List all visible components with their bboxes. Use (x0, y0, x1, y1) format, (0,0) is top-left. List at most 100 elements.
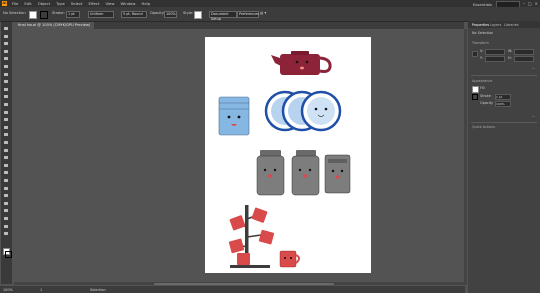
pen-tool-icon[interactable] (4, 57, 9, 61)
close-button[interactable]: × (535, 1, 538, 6)
y-field[interactable] (485, 56, 505, 62)
properties-panel: Properties Layers Libraries No Selection… (468, 21, 540, 293)
opacity-label-panel: Opacity (480, 101, 494, 105)
blue-glass-illustration[interactable] (218, 96, 250, 136)
vertical-scrollbar[interactable] (464, 29, 467, 285)
pencil-tool-icon[interactable] (4, 103, 9, 107)
horizontal-scroll-thumb[interactable] (154, 282, 334, 285)
graphic-style-swatch[interactable] (194, 10, 202, 19)
hand-tool-icon[interactable] (4, 224, 9, 229)
stroke-swatch[interactable] (40, 10, 48, 19)
eyedropper-tool-icon[interactable] (4, 179, 9, 183)
tab-layers[interactable]: Layers (490, 23, 501, 27)
minimize-button[interactable]: – (523, 1, 525, 6)
arrange-icon[interactable]: ▤ ▾ (260, 11, 266, 15)
shape-builder-tool-icon[interactable] (4, 148, 9, 153)
curvature-tool-icon[interactable] (4, 65, 9, 69)
menu-type[interactable]: Type (56, 1, 65, 6)
artwork (218, 51, 351, 268)
magic-wand-tool-icon[interactable] (4, 42, 9, 46)
variable-width-dropdown[interactable]: Uniform (88, 11, 114, 18)
menu-object[interactable]: Object (38, 1, 50, 6)
transform-heading: Transform (472, 41, 489, 45)
menu-window[interactable]: Window (121, 1, 136, 6)
stroke-weight-field[interactable]: 1 pt (66, 11, 80, 18)
appearance-heading: Appearance (472, 79, 493, 83)
graph-tool-icon[interactable] (4, 201, 9, 206)
more-options-icon[interactable]: … (532, 66, 535, 70)
control-bar: No Selection Stroke: 1 pt Uniform 5 pt. … (0, 7, 540, 22)
scale-tool-icon[interactable] (4, 125, 9, 130)
rectangle-tool-icon[interactable] (4, 87, 9, 92)
preferences-button[interactable]: Preferences (237, 11, 259, 18)
opacity-label: Opacity: (150, 11, 165, 15)
artboard-tool-icon[interactable] (4, 209, 9, 213)
direct-selection-tool-icon[interactable] (4, 34, 9, 39)
teapot-illustration[interactable] (271, 51, 332, 75)
appearance-more-icon[interactable]: … (532, 114, 535, 118)
menu-view[interactable]: View (105, 1, 114, 6)
horizontal-scrollbar[interactable] (14, 282, 464, 285)
menu-help[interactable]: Help (141, 1, 150, 6)
stroke-label: Stroke: (52, 11, 65, 15)
stroke-weight-panel-field[interactable]: 1 pt (495, 94, 511, 100)
symbol-sprayer-tool-icon[interactable] (4, 194, 9, 198)
no-selection-label: No Selection (472, 31, 494, 35)
h-field[interactable] (514, 56, 534, 62)
fill-swatch[interactable] (29, 10, 37, 19)
w-field[interactable] (514, 49, 534, 55)
zoom-tool-icon[interactable] (4, 232, 9, 236)
blend-tool-icon[interactable] (4, 186, 9, 191)
paintbrush-tool-icon[interactable] (4, 95, 9, 99)
gradient-tool-icon[interactable] (4, 171, 9, 175)
type-tool-icon[interactable] (4, 72, 9, 77)
opacity-field[interactable]: 100% (164, 11, 177, 18)
x-label: X: (480, 49, 484, 53)
reference-point-icon[interactable] (472, 51, 478, 57)
eraser-tool-icon[interactable] (4, 110, 9, 115)
menu-edit[interactable]: Edit (24, 1, 31, 6)
lasso-tool-icon[interactable] (4, 49, 9, 54)
plates-illustration[interactable] (264, 90, 342, 132)
appearance-stroke-swatch[interactable] (472, 94, 478, 100)
w-label: W: (508, 49, 513, 53)
stroke-color-box[interactable] (5, 251, 12, 258)
menu-effect[interactable]: Effect (89, 1, 100, 6)
panel-tabs: Properties Layers Libraries (468, 21, 540, 28)
appearance-fill-swatch[interactable] (472, 86, 479, 93)
brush-dropdown[interactable]: 5 pt. Round (121, 11, 147, 18)
selection-tool-icon[interactable] (4, 27, 9, 31)
tab-libraries[interactable]: Libraries (504, 23, 519, 27)
divider-2 (471, 122, 537, 123)
canvas-area[interactable] (14, 29, 464, 282)
menu-file[interactable]: File (12, 1, 18, 6)
divider (471, 75, 537, 76)
width-tool-icon[interactable] (4, 133, 9, 137)
opacity-panel-field[interactable]: 100% (495, 101, 511, 107)
mesh-tool-icon[interactable] (4, 163, 9, 168)
stroke-label-panel: Stroke (480, 94, 491, 98)
perspective-tool-icon[interactable] (4, 156, 9, 160)
artboard-navigator[interactable]: 1 (40, 288, 42, 292)
menu-bar: Ai File Edit Object Type Select Effect V… (0, 0, 540, 8)
mug-tree-illustration[interactable] (228, 205, 300, 268)
current-tool-display: Selection (90, 287, 106, 292)
maximize-button[interactable]: □ (528, 1, 532, 6)
illustrator-logo: Ai (2, 1, 7, 6)
free-transform-tool-icon[interactable] (4, 141, 9, 145)
canisters-illustration[interactable] (256, 150, 351, 196)
rotate-tool-icon[interactable] (4, 118, 9, 122)
tools-panel (1, 22, 12, 284)
menu-select[interactable]: Select (71, 1, 83, 6)
selection-status: No Selection (3, 11, 26, 15)
x-field[interactable] (485, 49, 505, 55)
tab-properties[interactable]: Properties (472, 23, 489, 27)
y-label: Y: (480, 56, 483, 60)
zoom-level[interactable]: 100% (3, 288, 13, 292)
line-tool-icon[interactable] (4, 80, 9, 84)
artboard[interactable] (205, 37, 371, 273)
slice-tool-icon[interactable] (4, 217, 9, 221)
quick-actions-heading: Quick Actions (472, 125, 496, 129)
document-setup-button[interactable]: Document Setup (209, 11, 237, 21)
document-tab[interactable]: final hw.ai @ 100% (CMYK/GPU Preview) (14, 22, 95, 29)
